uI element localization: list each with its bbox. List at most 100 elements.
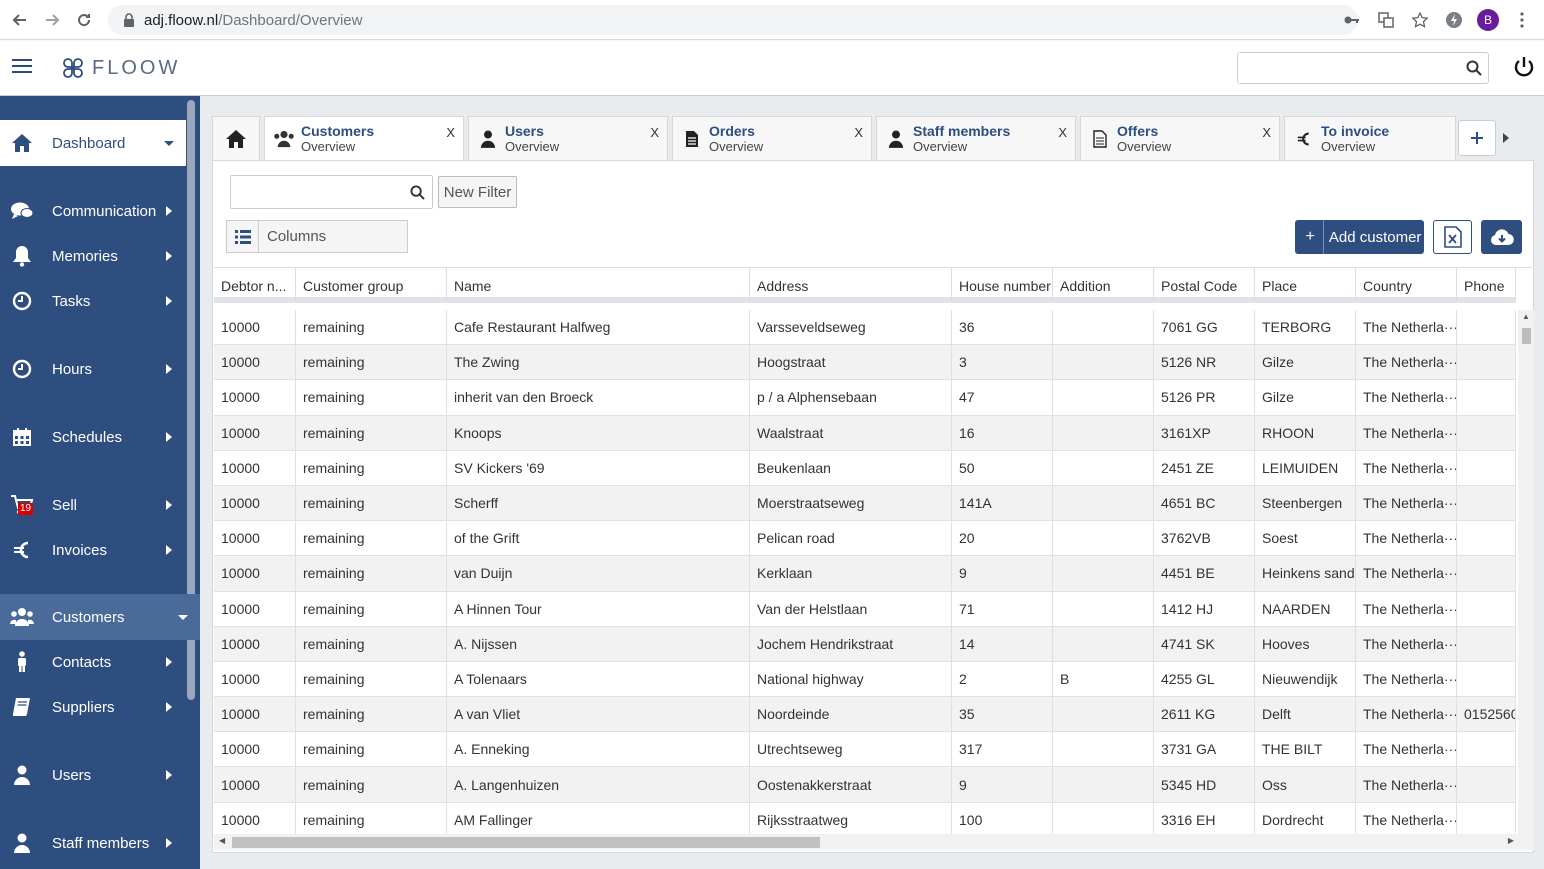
sidebar-item-staff-members[interactable]: Staff members [0, 820, 186, 866]
address-bar[interactable]: adj.floow.nl/Dashboard/Overview [108, 5, 1358, 35]
col-phone-cell [1457, 415, 1516, 450]
sidebar-item-invoices[interactable]: Invoices [0, 527, 186, 573]
table-row[interactable]: 10000 remaining A Tolenaars National highwa… [214, 661, 1516, 698]
table-row[interactable]: 10000 remaining SV Kickers '69 Beukenlaan 50… [214, 450, 1516, 486]
tab-title: Users [505, 122, 544, 139]
star-icon[interactable] [1408, 6, 1432, 34]
tab-offers[interactable]: Offers Overview X [1080, 116, 1280, 160]
sidebar-item-dashboard[interactable]: Dashboard [0, 120, 186, 166]
col-address-header[interactable]: Address [750, 268, 952, 303]
col-name-cell: A van Vliet [447, 697, 750, 732]
table-row[interactable]: 10000 remaining AM Fallinger Rijksstraatweg… [214, 802, 1516, 834]
table-row[interactable]: 10000 remaining A. Nijssen Jochem Hendrikst… [214, 626, 1516, 662]
sidebar-item-users[interactable]: Users [0, 752, 186, 798]
more-menu-icon[interactable] [1510, 6, 1534, 34]
logout-power-icon[interactable] [1512, 55, 1538, 81]
sidebar-item-schedules[interactable]: Schedules [0, 414, 186, 460]
table-row[interactable]: 10000 remaining The Zwing Hoogstraat 3 5126 N… [214, 345, 1516, 381]
col-addition-header[interactable]: Addition [1053, 268, 1154, 303]
col-postal-code-header[interactable]: Postal Code [1154, 268, 1255, 303]
tab-close-button[interactable]: X [1262, 125, 1271, 140]
key-icon[interactable] [1340, 6, 1364, 34]
back-icon[interactable] [4, 4, 36, 36]
table-row[interactable]: 10000 remaining A Hinnen Tour Van der Helst… [214, 591, 1516, 627]
sidebar-item-suppliers[interactable]: Suppliers [0, 684, 186, 730]
table-row[interactable]: 10000 remaining A. Enneking Utrechtseweg 317… [214, 732, 1516, 768]
search-icon[interactable] [1466, 60, 1482, 79]
col-name-cell: The Zwing [447, 345, 750, 380]
sidebar-item-tasks[interactable]: Tasks [0, 278, 186, 324]
col-country-header[interactable]: Country [1356, 268, 1457, 303]
table-row[interactable]: 10000 remaining van Duijn Kerklaan 9 4451 BE H… [214, 556, 1516, 592]
col-customer-group-cell: remaining [296, 310, 447, 345]
col-customer-group-cell: remaining [296, 380, 447, 415]
tab-close-button[interactable]: X [854, 125, 863, 140]
caret-right-icon [166, 657, 172, 667]
profile-avatar[interactable]: B [1476, 6, 1500, 34]
tab-users[interactable]: Users Overview X [468, 116, 668, 160]
tab-close-button[interactable]: X [446, 125, 455, 140]
scroll-left-icon[interactable]: ◀ [219, 836, 225, 845]
col-phone-header[interactable]: Phone [1457, 268, 1516, 303]
tab-customers[interactable]: Customers Overview X [264, 116, 464, 160]
table-row[interactable]: 10000 remaining Knoops Waalstraat 16 3161XP RH… [214, 415, 1516, 451]
table-row[interactable]: 10000 remaining Cafe Restaurant Halfweg Var… [214, 310, 1516, 346]
extension-icon[interactable] [1442, 6, 1466, 34]
col-address-cell: Van der Helstlaan [750, 591, 952, 626]
sidebar-item-contacts[interactable]: Contacts [0, 639, 186, 685]
col-customer-group-cell: remaining [296, 661, 447, 697]
reload-icon[interactable] [68, 4, 100, 36]
scroll-up-icon[interactable]: ▲ [1522, 312, 1530, 321]
scroll-thumb[interactable] [232, 837, 820, 848]
lock-icon [122, 13, 136, 27]
floow-logo[interactable]: FLOOW [60, 55, 180, 81]
tabs-scroll-right-icon[interactable] [1496, 116, 1516, 160]
tab-title: Staff members [913, 122, 1011, 139]
caret-right-icon [166, 838, 172, 848]
forward-icon[interactable] [36, 4, 68, 36]
caret-right-icon [166, 702, 172, 712]
sidebar-item-memories[interactable]: Memories [0, 233, 186, 279]
tab-home[interactable] [212, 116, 260, 160]
col-debtor-number-header[interactable]: Debtor n... [214, 268, 296, 303]
col-house-number-header[interactable]: House number [952, 268, 1053, 303]
sidebar-item-communication[interactable]: Communication [0, 188, 186, 234]
download-cloud-button[interactable] [1481, 220, 1522, 254]
menu-toggle-icon[interactable] [12, 59, 32, 75]
new-filter-button[interactable]: New Filter [438, 176, 517, 208]
table-row[interactable]: 10000 remaining A van Vliet Noordeinde 35 261… [214, 697, 1516, 733]
add-tab-button[interactable] [1458, 120, 1496, 156]
tab-orders[interactable]: Orders Overview X [672, 116, 872, 160]
tab-subtitle: Overview [709, 138, 764, 154]
sidebar-item-customers[interactable]: Customers [0, 594, 200, 640]
col-country-cell: The Netherla··· [1356, 380, 1457, 415]
table-row[interactable]: 10000 remaining A. Langenhuizen Oostenakker… [214, 767, 1516, 803]
col-name-cell: Scherff [447, 485, 750, 521]
col-place-header[interactable]: Place [1255, 268, 1356, 303]
horizontal-scrollbar[interactable]: ◀ ▶ [214, 834, 1518, 850]
export-excel-button[interactable] [1433, 220, 1472, 254]
col-name-cell: A. Langenhuizen [447, 767, 750, 802]
col-customer-group-header[interactable]: Customer group [296, 268, 447, 303]
col-name-header[interactable]: Name [447, 268, 750, 303]
table-row[interactable]: 10000 remaining Scherff Moerstraatseweg 141A… [214, 485, 1516, 522]
scroll-down-icon[interactable]: ▼ [1522, 849, 1530, 851]
tab-close-button[interactable]: X [650, 125, 659, 140]
sidebar-item-hours[interactable]: Hours [0, 346, 186, 392]
vertical-scrollbar[interactable]: ▲ ▼ [1518, 310, 1534, 851]
tab-staff-members[interactable]: Staff members Overview X [876, 116, 1076, 160]
tab-to-invoice[interactable]: To invoice Overview [1284, 116, 1456, 160]
columns-button[interactable]: Columns [226, 220, 408, 253]
global-search-input[interactable] [1238, 53, 1458, 83]
tab-close-button[interactable]: X [1058, 125, 1067, 140]
translate-icon[interactable] [1374, 6, 1398, 34]
add-customer-button[interactable]: + Add customer [1295, 220, 1424, 254]
filter-search[interactable] [230, 175, 433, 209]
sidebar-item-sell[interactable]: 19 Sell [0, 482, 186, 528]
table-row[interactable]: 10000 remaining of the Grift Pelican road 20… [214, 521, 1516, 557]
search-icon[interactable] [410, 185, 425, 203]
scroll-right-icon[interactable]: ▶ [1508, 836, 1514, 845]
col-house-number-cell: 3 [952, 345, 1053, 380]
scroll-thumb[interactable] [1522, 328, 1531, 344]
table-row[interactable]: 10000 remaining inherit van den Broeck p / … [214, 380, 1516, 416]
